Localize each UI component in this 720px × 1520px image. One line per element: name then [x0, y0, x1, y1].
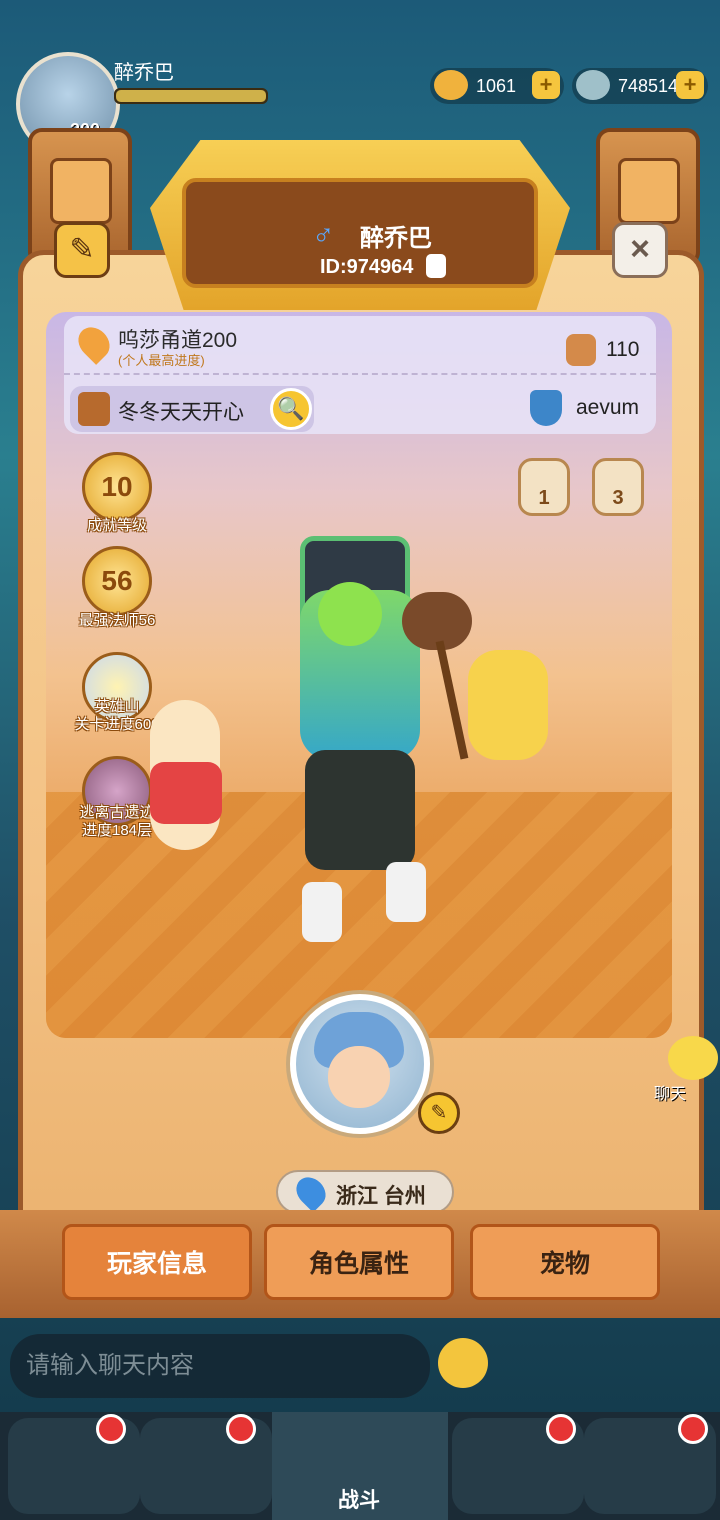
notify-dot	[546, 1414, 576, 1444]
rank-badge-mushroom[interactable]: 3	[592, 458, 644, 516]
chat-input[interactable]: 请输入聊天内容	[10, 1334, 430, 1398]
shell-icon	[576, 70, 610, 100]
mage-rank-label: 最强法师56	[78, 612, 156, 629]
shell-resource: 748514 +	[572, 68, 708, 104]
chat-emoji-icon[interactable]	[668, 1036, 718, 1080]
guild-name: 冬冬天天开心	[118, 401, 244, 424]
avatar-face	[328, 1046, 390, 1108]
edit-icon: ✎	[69, 233, 95, 266]
shell-amount: 748514	[618, 75, 679, 96]
like-count: 110	[606, 338, 640, 361]
copy-id-icon[interactable]	[426, 254, 446, 278]
cat-pet	[468, 650, 548, 760]
guild-icon	[78, 392, 110, 426]
emoji-button[interactable]	[438, 1338, 488, 1388]
alliance-shield-icon	[530, 390, 562, 426]
edit-avatar-button[interactable]: ✎	[418, 1092, 460, 1134]
info-divider	[64, 373, 656, 375]
hero-slime-head	[318, 582, 382, 646]
add-shell-button[interactable]: +	[676, 71, 704, 99]
alliance-name: aevum	[576, 396, 640, 419]
profile-name: 醉乔巴	[360, 225, 432, 252]
nav-battle-label: 战斗	[338, 1489, 380, 1512]
chat-side-label[interactable]: 聊天	[654, 1080, 686, 1104]
notify-dot	[96, 1414, 126, 1444]
notify-dot	[226, 1414, 256, 1444]
gold-amount: 1061	[476, 75, 517, 96]
male-gender-icon: ♂	[312, 218, 335, 251]
tab-player-info[interactable]: 玩家信息	[62, 1224, 252, 1300]
top-player-name: 醉乔巴	[114, 62, 174, 84]
location-region: 浙江 台州	[336, 1185, 426, 1208]
gold-resource: 1061 +	[430, 68, 564, 104]
edit-profile-button[interactable]: ✎	[54, 222, 110, 278]
hero-shoes	[296, 862, 436, 942]
rank-badge-green[interactable]: 1	[518, 458, 570, 516]
exp-bar	[114, 88, 268, 104]
like-icon[interactable]	[566, 334, 596, 366]
achievement-level-label: 成就等级	[86, 517, 147, 534]
gold-coin-icon	[434, 70, 468, 100]
add-gold-button[interactable]: +	[532, 71, 560, 99]
tab-character-attributes[interactable]: 角色属性	[264, 1224, 454, 1300]
hero-legs	[305, 750, 415, 870]
tab-pets[interactable]: 宠物	[470, 1224, 660, 1300]
close-button[interactable]: ×	[612, 222, 668, 278]
profile-id: ID:974964	[320, 256, 414, 278]
sausage-pet-shirt	[150, 762, 222, 824]
highest-progress-caption: (个人最高进度)	[118, 353, 205, 368]
mage-rank-badge[interactable]: 56	[82, 546, 152, 616]
achievement-level-badge[interactable]: 10	[82, 452, 152, 522]
search-guild-button[interactable]: 🔍	[270, 388, 312, 430]
notify-dot	[678, 1414, 708, 1444]
